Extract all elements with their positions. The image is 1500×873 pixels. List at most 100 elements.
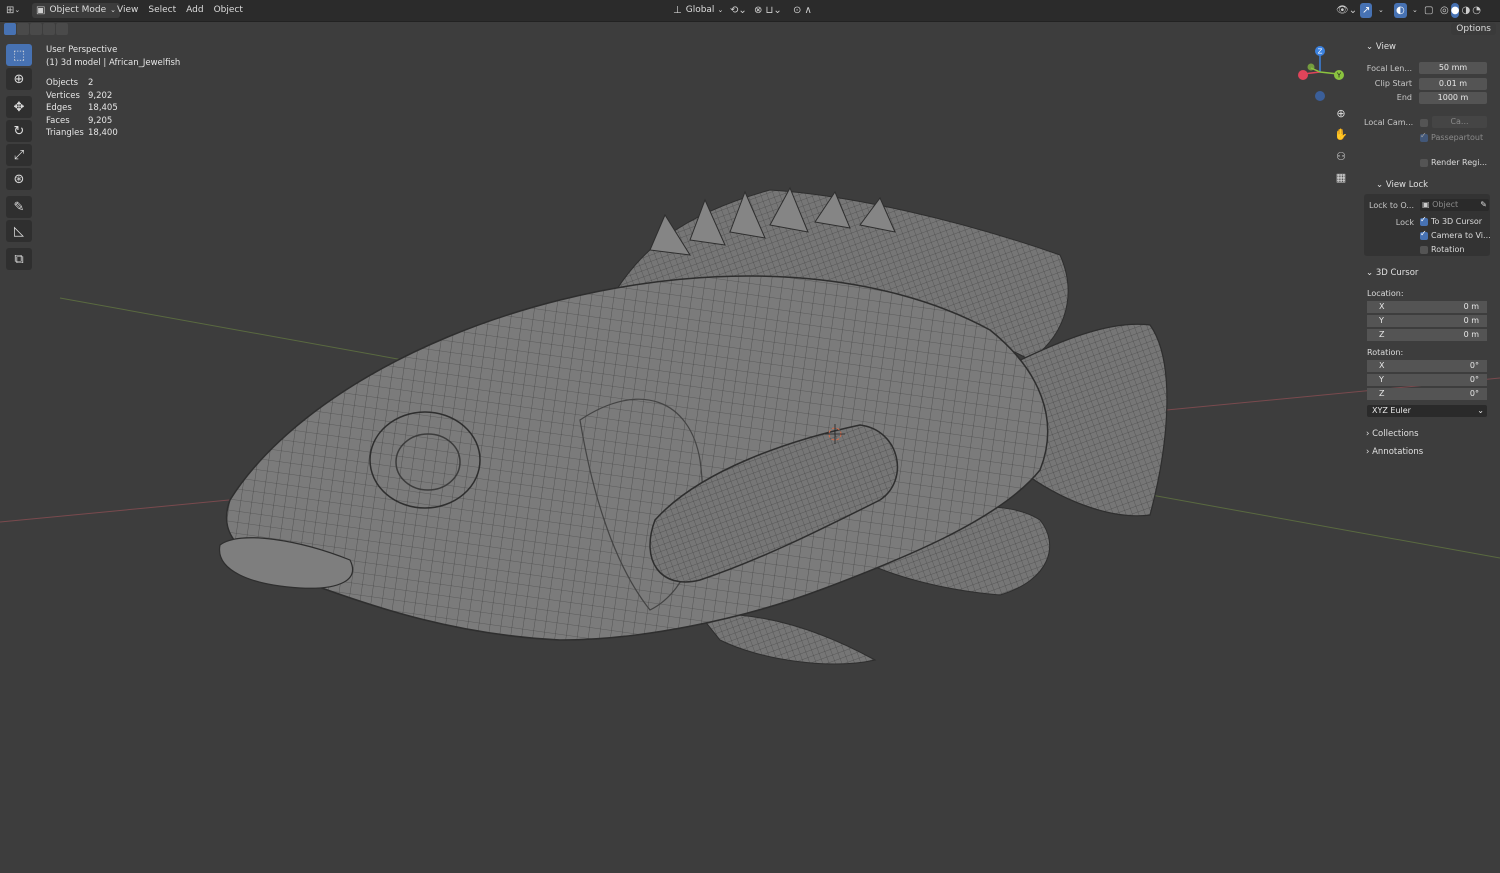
crosshair-icon: ⊕ — [13, 71, 25, 87]
stat-row: Triangles 18,400 — [46, 128, 118, 138]
view-lock-section-header[interactable]: ⌄ View Lock — [1376, 180, 1428, 190]
solid-shading-icon[interactable]: ● — [1450, 3, 1460, 18]
rotate-icon: ↻ — [13, 123, 25, 139]
overlay-icon: ◐ — [1396, 5, 1405, 16]
lock-label: Lock — [1395, 218, 1414, 227]
visibility-button[interactable]: 👁⌄ — [1336, 3, 1357, 18]
cursor-location-z-field[interactable]: Z0 m — [1367, 329, 1487, 341]
gizmo-icon: ↗ — [1362, 5, 1371, 16]
select-invert-button[interactable] — [43, 23, 55, 35]
menu-add[interactable]: Add — [181, 3, 208, 18]
passepartout-checkbox[interactable] — [1420, 131, 1428, 142]
eyedropper-icon[interactable]: ✎ — [1480, 199, 1487, 211]
ruler-icon: ◺ — [14, 223, 24, 239]
pivot-point-button[interactable]: ⟲⌄ — [730, 3, 747, 18]
object-mode-icon: ▣ — [36, 5, 46, 16]
rendered-shading-icon[interactable]: ◔ — [1472, 3, 1481, 18]
overlay-toggle[interactable]: ◐ — [1394, 3, 1407, 18]
options-button[interactable]: Options — [1451, 23, 1496, 35]
lock-camera-checkbox[interactable] — [1420, 229, 1428, 240]
gizmo-toggle[interactable]: ↗ — [1360, 3, 1373, 18]
cursor-location-y-field[interactable]: Y0 m — [1367, 315, 1487, 327]
fish-body — [225, 275, 1049, 641]
local-camera-field[interactable]: Ca... — [1432, 116, 1487, 128]
lock-to-object-field[interactable]: ▣ Object ✎ — [1420, 199, 1489, 211]
clip-end-label: End — [1396, 93, 1412, 102]
measure-tool[interactable]: ◺ — [6, 220, 32, 242]
menu-object[interactable]: Object — [209, 3, 248, 18]
add-cube-tool[interactable]: ⧉ — [6, 248, 32, 270]
move-icon: ✥ — [13, 99, 25, 115]
cursor-rotation-y-field[interactable]: Y 0° — [1367, 374, 1487, 386]
render-region-checkbox[interactable] — [1420, 159, 1428, 167]
header-menus: View Select Add Object — [112, 3, 248, 18]
move-tool[interactable]: ✥ — [6, 96, 32, 118]
menu-select[interactable]: Select — [143, 3, 181, 18]
cube-add-icon: ⧉ — [14, 251, 24, 267]
selection-mode-buttons — [4, 23, 68, 36]
view-name: User Perspective — [46, 45, 118, 55]
grid-icon: ▦ — [1335, 170, 1347, 184]
stat-row: Vertices 9,202 — [46, 90, 113, 101]
lock-rotation-label: Rotation — [1431, 245, 1465, 254]
snap-toggle[interactable]: ⊗ ⊔⌄ — [754, 3, 782, 18]
cursor-rotation-x-field[interactable]: X 0° — [1367, 360, 1487, 372]
select-subtract-button[interactable] — [30, 23, 42, 35]
transform-tool[interactable]: ⊛ — [6, 168, 32, 190]
svg-text:Z: Z — [1318, 48, 1323, 56]
select-intersect-button[interactable] — [56, 23, 68, 35]
viewport-info-overlay: User Perspective (1) 3d model | African_… — [46, 44, 180, 140]
local-camera-checkbox[interactable] — [1420, 119, 1428, 127]
gizmo-dropdown[interactable]: ⌄ — [1378, 3, 1384, 18]
snap-icon: ⊗ ⊔⌄ — [754, 5, 782, 16]
mode-selector[interactable]: ▣ Object Mode ⌄ — [32, 3, 121, 18]
cursor-location-label: Location: — [1367, 289, 1404, 298]
zoom-icon: ⊕ — [1336, 106, 1346, 120]
cursor-section-header[interactable]: ⌄ 3D Cursor — [1366, 268, 1418, 278]
select-box-tool[interactable]: ⬚ — [6, 44, 32, 66]
lock-rotation-checkbox[interactable] — [1420, 246, 1428, 254]
pencil-icon: ✎ — [13, 199, 25, 215]
stat-row: Objects 2 — [46, 78, 94, 88]
cursor-rotation-z-field[interactable]: Z 0° — [1367, 388, 1487, 400]
clip-end-field[interactable]: 1000 m — [1419, 92, 1487, 104]
lock-to-cursor-checkbox[interactable] — [1420, 215, 1428, 226]
object-icon: ▣ — [1422, 200, 1430, 209]
scale-tool[interactable]: ⤢ — [6, 144, 32, 166]
camera-view-button[interactable]: ⚇ — [1331, 146, 1351, 166]
menu-view[interactable]: View — [112, 3, 143, 18]
fish-pelvic-fin — [699, 613, 877, 665]
pan-button[interactable]: ✋ — [1331, 124, 1351, 144]
lock-camera-label: Camera to Vi... — [1431, 231, 1491, 240]
eye-icon: 👁⌄ — [1336, 5, 1358, 16]
focal-length-field[interactable]: 50 mm — [1419, 62, 1487, 74]
collections-section-header[interactable]: › Collections — [1366, 429, 1419, 439]
navigation-gizmo[interactable]: Z Y — [1294, 44, 1348, 104]
cursor-tool[interactable]: ⊕ — [6, 68, 32, 90]
zoom-button[interactable]: ⊕ — [1331, 103, 1351, 123]
clip-start-label: Clip Start — [1374, 79, 1412, 88]
material-shading-icon[interactable]: ◑ — [1461, 3, 1470, 18]
wireframe-shading-icon[interactable]: ◎ — [1440, 3, 1449, 18]
local-camera-label: Local Cam... — [1364, 118, 1414, 127]
view-section-header[interactable]: ⌄ View — [1366, 42, 1396, 52]
proportional-edit-toggle[interactable]: ⊙ ∧ — [793, 3, 812, 18]
viewport[interactable] — [0, 0, 1500, 873]
transform-orientation-selector[interactable]: ⊥ Global ⌄ — [673, 3, 723, 18]
clip-start-field[interactable]: 0.01 m — [1419, 78, 1487, 90]
annotate-tool[interactable]: ✎ — [6, 196, 32, 218]
select-new-button[interactable] — [4, 23, 16, 35]
xray-toggle[interactable]: ▢ — [1424, 3, 1433, 18]
select-extend-button[interactable] — [17, 23, 29, 35]
cursor-location-x-field[interactable]: X0 m — [1367, 301, 1487, 313]
rotation-mode-dropdown[interactable]: XYZ Euler ⌄ — [1367, 405, 1487, 417]
perspective-toggle[interactable]: ▦ — [1331, 167, 1351, 187]
neg-z-axis-icon — [1315, 91, 1325, 101]
passepartout-label: Passepartout — [1431, 133, 1484, 142]
editor-type-button[interactable]: ⊞ ⌄ — [6, 3, 20, 18]
rotate-tool[interactable]: ↻ — [6, 120, 32, 142]
lock-to-object-label: Lock to O... — [1369, 201, 1414, 210]
cursor-rotation-label: Rotation: — [1367, 348, 1404, 357]
annotations-section-header[interactable]: › Annotations — [1366, 447, 1423, 457]
overlay-dropdown[interactable]: ⌄ — [1412, 3, 1418, 18]
